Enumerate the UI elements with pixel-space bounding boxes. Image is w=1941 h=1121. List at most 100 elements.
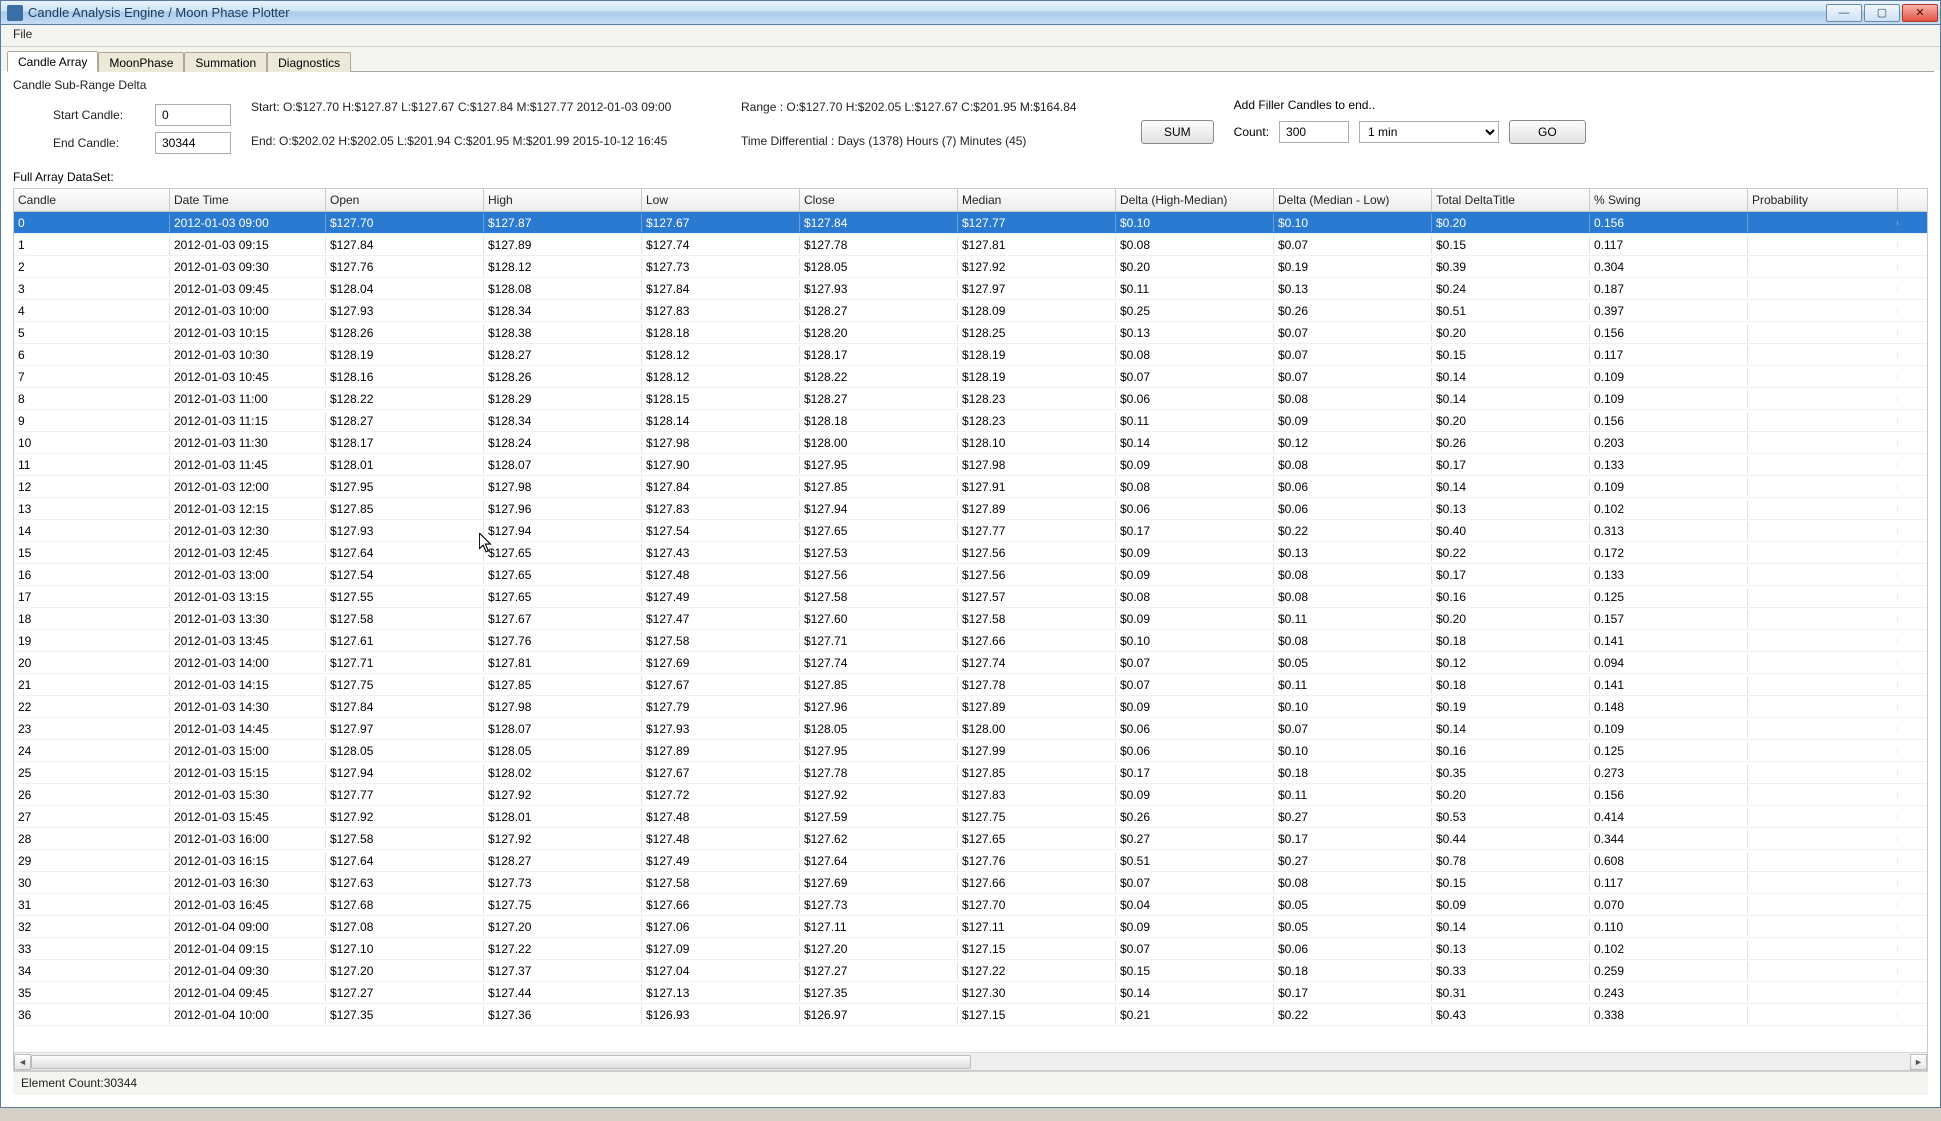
cell: $0.07 — [1116, 676, 1274, 694]
col-high[interactable]: High — [484, 189, 642, 211]
table-row[interactable]: 232012-01-03 14:45$127.97$128.07$127.93$… — [14, 718, 1927, 740]
hscroll-left-arrow[interactable]: ◄ — [14, 1054, 31, 1070]
cell: $127.76 — [484, 632, 642, 650]
interval-select[interactable]: 1 min — [1359, 121, 1499, 143]
cell: $0.10 — [1274, 698, 1432, 716]
table-row[interactable]: 152012-01-03 12:45$127.64$127.65$127.43$… — [14, 542, 1927, 564]
table-row[interactable]: 202012-01-03 14:00$127.71$127.81$127.69$… — [14, 652, 1927, 674]
table-row[interactable]: 282012-01-03 16:00$127.58$127.92$127.48$… — [14, 828, 1927, 850]
menu-file[interactable]: File — [7, 25, 38, 43]
cell: $0.27 — [1274, 852, 1432, 870]
cell: $0.51 — [1432, 302, 1590, 320]
table-row[interactable]: 302012-01-03 16:30$127.63$127.73$127.58$… — [14, 872, 1927, 894]
table-row[interactable]: 312012-01-03 16:45$127.68$127.75$127.66$… — [14, 894, 1927, 916]
col-close[interactable]: Close — [800, 189, 958, 211]
table-row[interactable]: 262012-01-03 15:30$127.77$127.92$127.72$… — [14, 784, 1927, 806]
tab-diagnostics[interactable]: Diagnostics — [267, 52, 351, 72]
cell — [1748, 969, 1898, 973]
cell: 0.117 — [1590, 236, 1748, 254]
col-candle[interactable]: Candle — [14, 189, 170, 211]
table-row[interactable]: 72012-01-03 10:45$128.16$128.26$128.12$1… — [14, 366, 1927, 388]
cell: $127.74 — [958, 654, 1116, 672]
grid-body[interactable]: 02012-01-03 09:00$127.70$127.87$127.67$1… — [14, 212, 1927, 1052]
cell: 2012-01-03 16:00 — [170, 830, 326, 848]
table-row[interactable]: 342012-01-04 09:30$127.20$127.37$127.04$… — [14, 960, 1927, 982]
table-row[interactable]: 162012-01-03 13:00$127.54$127.65$127.48$… — [14, 564, 1927, 586]
cell: $127.49 — [642, 588, 800, 606]
start-end-info: Start: O:$127.70 H:$127.87 L:$127.67 C:$… — [251, 98, 721, 148]
count-input[interactable] — [1279, 121, 1349, 143]
table-row[interactable]: 42012-01-03 10:00$127.93$128.34$127.83$1… — [14, 300, 1927, 322]
titlebar[interactable]: Candle Analysis Engine / Moon Phase Plot… — [1, 1, 1940, 25]
close-button[interactable]: ✕ — [1902, 4, 1938, 22]
hscroll-thumb[interactable] — [31, 1055, 971, 1069]
table-row[interactable]: 112012-01-03 11:45$128.01$128.07$127.90$… — [14, 454, 1927, 476]
horizontal-scrollbar[interactable]: ◄ ► — [14, 1052, 1927, 1070]
col-datetime[interactable]: Date Time — [170, 189, 326, 211]
hscroll-right-arrow[interactable]: ► — [1910, 1054, 1927, 1070]
table-row[interactable]: 222012-01-03 14:30$127.84$127.98$127.79$… — [14, 696, 1927, 718]
cell — [1748, 727, 1898, 731]
table-row[interactable]: 132012-01-03 12:15$127.85$127.96$127.83$… — [14, 498, 1927, 520]
cell: $0.17 — [1274, 984, 1432, 1002]
cell: 26 — [14, 786, 170, 804]
table-row[interactable]: 62012-01-03 10:30$128.19$128.27$128.12$1… — [14, 344, 1927, 366]
cell: $127.79 — [642, 698, 800, 716]
data-grid[interactable]: Candle Date Time Open High Low Close Med… — [13, 188, 1928, 1071]
table-row[interactable]: 142012-01-03 12:30$127.93$127.94$127.54$… — [14, 520, 1927, 542]
cell — [1748, 485, 1898, 489]
table-row[interactable]: 172012-01-03 13:15$127.55$127.65$127.49$… — [14, 586, 1927, 608]
cell: $127.81 — [958, 236, 1116, 254]
col-total-delta[interactable]: Total DeltaTitle — [1432, 189, 1590, 211]
cell: $0.17 — [1116, 522, 1274, 540]
sum-button[interactable]: SUM — [1141, 120, 1214, 144]
window-buttons: — ▢ ✕ — [1824, 4, 1938, 22]
cell: $127.67 — [642, 676, 800, 694]
col-probability[interactable]: Probability — [1748, 189, 1898, 211]
cell: $126.97 — [800, 1006, 958, 1024]
cell: $127.58 — [326, 610, 484, 628]
table-row[interactable]: 352012-01-04 09:45$127.27$127.44$127.13$… — [14, 982, 1927, 1004]
col-low[interactable]: Low — [642, 189, 800, 211]
table-row[interactable]: 192012-01-03 13:45$127.61$127.76$127.58$… — [14, 630, 1927, 652]
table-row[interactable]: 182012-01-03 13:30$127.58$127.67$127.47$… — [14, 608, 1927, 630]
col-delta-ml[interactable]: Delta (Median - Low) — [1274, 189, 1432, 211]
table-row[interactable]: 212012-01-03 14:15$127.75$127.85$127.67$… — [14, 674, 1927, 696]
col-swing[interactable]: % Swing — [1590, 189, 1748, 211]
sum-button-wrap: SUM — [1141, 98, 1214, 144]
table-row[interactable]: 242012-01-03 15:00$128.05$128.05$127.89$… — [14, 740, 1927, 762]
table-row[interactable]: 332012-01-04 09:15$127.10$127.22$127.09$… — [14, 938, 1927, 960]
table-row[interactable]: 02012-01-03 09:00$127.70$127.87$127.67$1… — [14, 212, 1927, 234]
table-row[interactable]: 82012-01-03 11:00$128.22$128.29$128.15$1… — [14, 388, 1927, 410]
cell: 0.608 — [1590, 852, 1748, 870]
table-row[interactable]: 322012-01-04 09:00$127.08$127.20$127.06$… — [14, 916, 1927, 938]
tab-moonphase[interactable]: MoonPhase — [98, 52, 184, 72]
table-row[interactable]: 252012-01-03 15:15$127.94$128.02$127.67$… — [14, 762, 1927, 784]
cell: $128.26 — [326, 324, 484, 342]
minimize-button[interactable]: — — [1826, 4, 1862, 22]
table-row[interactable]: 22012-01-03 09:30$127.76$128.12$127.73$1… — [14, 256, 1927, 278]
table-row[interactable]: 122012-01-03 12:00$127.95$127.98$127.84$… — [14, 476, 1927, 498]
tab-candle-array[interactable]: Candle Array — [7, 51, 98, 72]
cell: $127.54 — [642, 522, 800, 540]
table-row[interactable]: 32012-01-03 09:45$128.04$128.08$127.84$1… — [14, 278, 1927, 300]
col-open[interactable]: Open — [326, 189, 484, 211]
table-row[interactable]: 272012-01-03 15:45$127.92$128.01$127.48$… — [14, 806, 1927, 828]
maximize-button[interactable]: ▢ — [1864, 4, 1900, 22]
go-button[interactable]: GO — [1509, 120, 1586, 144]
start-candle-input[interactable] — [155, 104, 231, 126]
col-delta-hm[interactable]: Delta (High-Median) — [1116, 189, 1274, 211]
cell: $0.27 — [1274, 808, 1432, 826]
table-row[interactable]: 12012-01-03 09:15$127.84$127.89$127.74$1… — [14, 234, 1927, 256]
hscroll-track[interactable] — [31, 1054, 1910, 1070]
table-row[interactable]: 52012-01-03 10:15$128.26$128.38$128.18$1… — [14, 322, 1927, 344]
table-row[interactable]: 292012-01-03 16:15$127.64$128.27$127.49$… — [14, 850, 1927, 872]
tab-summation[interactable]: Summation — [184, 52, 267, 72]
col-median[interactable]: Median — [958, 189, 1116, 211]
table-row[interactable]: 92012-01-03 11:15$128.27$128.34$128.14$1… — [14, 410, 1927, 432]
table-row[interactable]: 362012-01-04 10:00$127.35$127.36$126.93$… — [14, 1004, 1927, 1026]
end-candle-input[interactable] — [155, 132, 231, 154]
cell: 2012-01-03 09:45 — [170, 280, 326, 298]
table-row[interactable]: 102012-01-03 11:30$128.17$128.24$127.98$… — [14, 432, 1927, 454]
cell — [1748, 683, 1898, 687]
